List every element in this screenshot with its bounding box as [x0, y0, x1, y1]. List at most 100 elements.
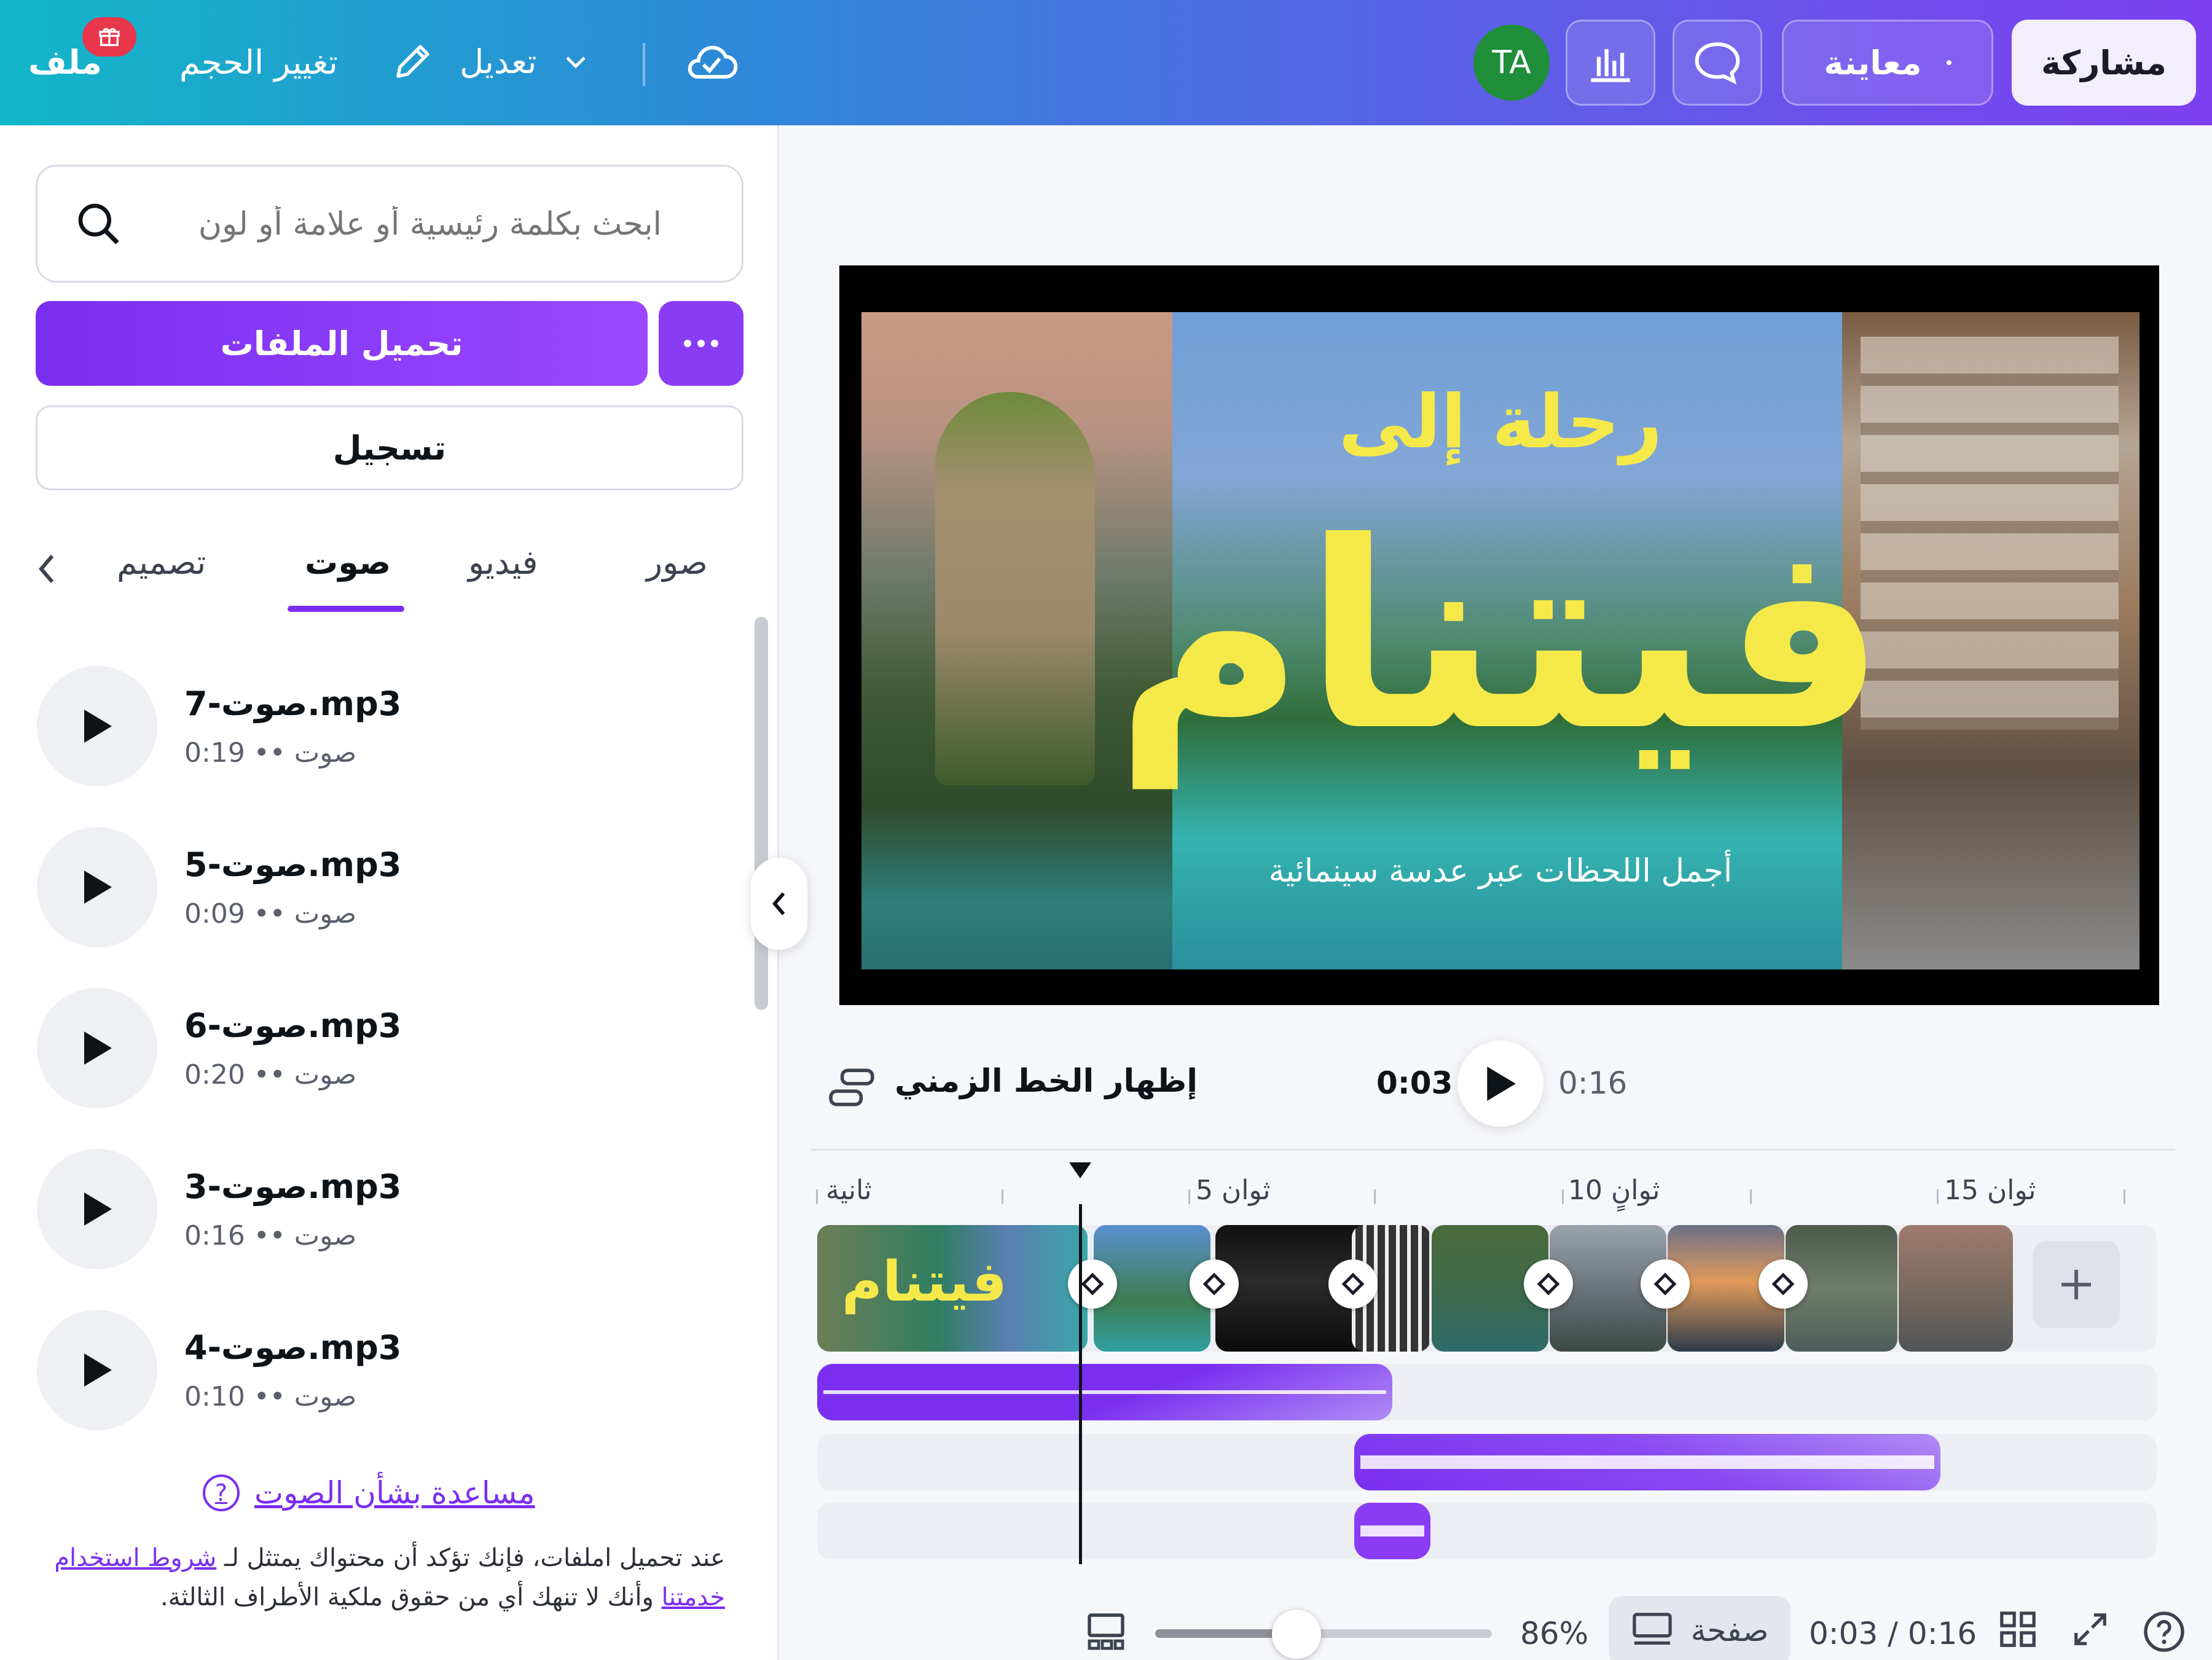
audio-track: [817, 1503, 2157, 1559]
grid-view-icon[interactable]: [1998, 1610, 2037, 1649]
audio-clip[interactable]: [1354, 1434, 1940, 1490]
play-button[interactable]: [37, 827, 157, 947]
transition-icon[interactable]: [1328, 1259, 1378, 1309]
dot-icon: [697, 340, 705, 347]
list-item[interactable]: صوت-6.mp3 0:20 •• صوت: [37, 988, 725, 1111]
chevron-left-icon: [772, 892, 785, 915]
playhead-line[interactable]: [1079, 1204, 1082, 1564]
tab-audio[interactable]: صوت: [305, 543, 391, 582]
audio-clip[interactable]: [817, 1364, 1392, 1420]
topbar-divider: [643, 43, 645, 86]
transition-icon[interactable]: [1524, 1259, 1573, 1309]
tab-design[interactable]: تصميم: [117, 543, 206, 582]
panel-scrollbar[interactable]: [755, 617, 768, 1010]
audio-meta: 0:09 •• صوت: [184, 898, 357, 930]
zoom-slider[interactable]: [1155, 1629, 1492, 1638]
list-item[interactable]: صوت-3.mp3 0:16 •• صوت: [37, 1149, 725, 1272]
comment-icon: [1695, 42, 1740, 85]
share-button[interactable]: مشاركة: [2012, 20, 2196, 106]
search-box[interactable]: [36, 165, 743, 283]
page-label: صفحة: [1690, 1613, 1769, 1648]
play-icon: [1487, 1067, 1516, 1101]
playhead-marker[interactable]: [1069, 1162, 1091, 1178]
audio-title: صوت-3.mp3: [184, 1167, 402, 1206]
play-button[interactable]: [1457, 1041, 1543, 1127]
play-icon: [84, 1192, 112, 1226]
transition-icon[interactable]: [1759, 1259, 1808, 1309]
play-button[interactable]: [37, 666, 157, 786]
upload-files-button[interactable]: تحميل الملفات: [36, 301, 648, 386]
insights-button[interactable]: [1566, 20, 1655, 106]
active-tab-indicator: [288, 606, 404, 612]
transition-icon[interactable]: [1190, 1259, 1239, 1309]
transition-icon[interactable]: [1068, 1259, 1117, 1309]
help-icon: ?: [203, 1474, 240, 1511]
play-icon: [84, 710, 112, 743]
uploads-panel: تحميل الملفات تسجيل تصميم صوت فيديو صور …: [0, 125, 779, 1660]
preview-button[interactable]: معاينة: [1782, 20, 1993, 106]
audio-meta: 0:16 •• صوت: [184, 1220, 357, 1251]
preview-label: معاينة: [1824, 43, 1922, 82]
tab-video[interactable]: فيديو: [468, 543, 538, 582]
terms-prefix: عند تحميل املفات، فإنك تؤكد أن محتواك يم…: [216, 1544, 725, 1572]
chevron-left-icon[interactable]: [33, 550, 60, 587]
more-options-button[interactable]: [659, 301, 743, 386]
audio-title: صوت-4.mp3: [184, 1328, 402, 1367]
slide-title: فيتنام: [1115, 487, 1886, 788]
timeline-icon[interactable]: [827, 1065, 876, 1110]
help-icon[interactable]: [2142, 1610, 2186, 1654]
pages-grid-icon[interactable]: [1084, 1610, 1128, 1654]
dot-icon: [684, 340, 691, 347]
gift-icon: [99, 28, 120, 46]
zoom-percent: 86%: [1520, 1616, 1589, 1651]
current-time: 0:03: [1376, 1065, 1453, 1101]
search-input[interactable]: [121, 194, 662, 255]
edit-menu[interactable]: تعديل: [391, 39, 590, 84]
fullscreen-icon[interactable]: [2071, 1610, 2110, 1649]
page-view-button[interactable]: صفحة: [1609, 1596, 1790, 1660]
avatar[interactable]: TA: [1473, 25, 1550, 101]
play-icon: [84, 1032, 112, 1065]
list-item[interactable]: صوت-5.mp3 0:09 •• صوت: [37, 827, 725, 950]
comments-button[interactable]: [1673, 20, 1762, 106]
top-bar: ملف تغيير الحجم تعديل TA معاينة مشاركة: [0, 0, 2212, 125]
audio-title: صوت-7.mp3: [184, 684, 402, 723]
record-label: تسجيل: [332, 428, 447, 468]
waveform: [1360, 1455, 1934, 1469]
zoom-slider-handle[interactable]: [1272, 1610, 1322, 1659]
video-clip[interactable]: فيتنام: [817, 1225, 1088, 1352]
play-button[interactable]: [37, 1149, 157, 1269]
audio-meta: 0:19 •• صوت: [184, 737, 357, 769]
add-clip-button[interactable]: [2033, 1241, 2120, 1328]
ruler-tick: [1562, 1189, 1564, 1204]
list-item[interactable]: صوت-7.mp3 0:19 •• صوت: [37, 666, 725, 789]
transition-icon[interactable]: [1641, 1259, 1690, 1309]
preview-dot-icon: [1946, 60, 1951, 65]
video-clip[interactable]: [1899, 1225, 2013, 1352]
record-button[interactable]: تسجيل: [36, 405, 743, 490]
audio-help-link[interactable]: ? مساعدة بشأن الصوت: [203, 1474, 535, 1511]
play-button[interactable]: [37, 1310, 157, 1430]
avatar-initials: TA: [1492, 44, 1531, 81]
dot-icon: [711, 340, 718, 347]
ruler-tick: [1002, 1189, 1003, 1204]
list-item[interactable]: صوت-4.mp3 0:10 •• صوت: [37, 1310, 725, 1433]
ruler-label: 10 ثوانٍ: [1568, 1175, 1660, 1206]
ruler-tick: [816, 1189, 818, 1204]
terms-link[interactable]: شروط استخدام: [54, 1544, 216, 1572]
design-canvas[interactable]: رحلة إلى فيتنام أجمل اللحظات عبر عدسة سي…: [839, 265, 2159, 1005]
audio-clip[interactable]: [1354, 1503, 1430, 1559]
service-link[interactable]: خدمتنا: [662, 1583, 725, 1611]
cloud-save-status[interactable]: [683, 37, 740, 88]
play-button[interactable]: [37, 988, 157, 1108]
collapse-panel-button[interactable]: [751, 858, 807, 950]
audio-title: صوت-5.mp3: [184, 845, 402, 884]
cloud-check-icon: [688, 45, 738, 79]
tab-images[interactable]: صور: [646, 543, 708, 582]
show-timeline-toggle[interactable]: إظهار الخط الزمني: [895, 1063, 1198, 1100]
ruler-tick: [1750, 1189, 1752, 1204]
resize-button[interactable]: تغيير الحجم: [179, 43, 338, 82]
ruler-tick: [1374, 1189, 1376, 1204]
bar-chart-icon: [1591, 49, 1630, 82]
time-readout: 0:03 / 0:16: [1809, 1616, 1977, 1651]
